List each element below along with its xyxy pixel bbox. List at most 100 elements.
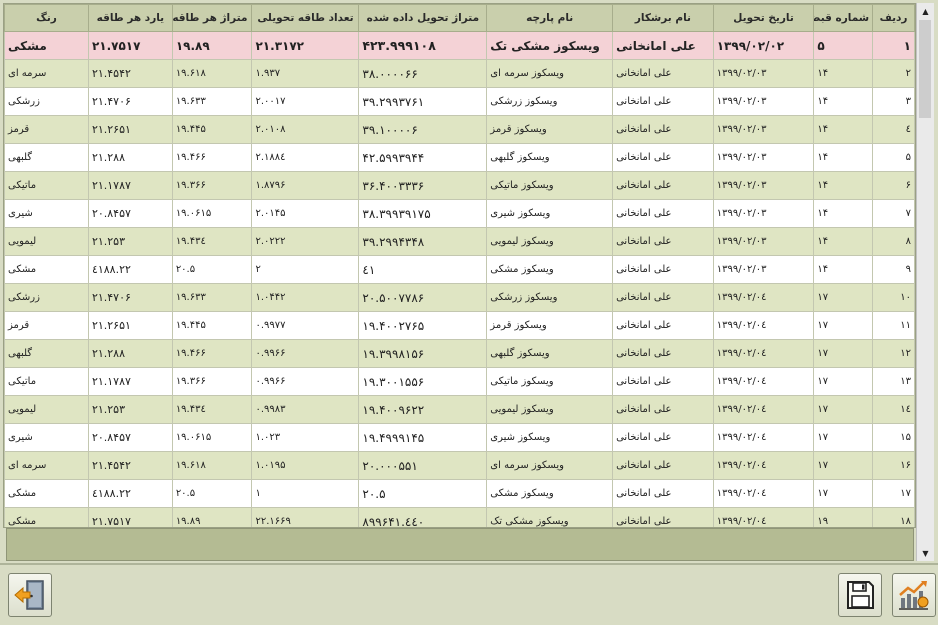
cell-delivered-meters[interactable]: ٤٤٠.۸۹۹۶۴۱ — [358, 507, 488, 527]
header-receipt-number[interactable]: شماره قبض — [813, 4, 874, 32]
cell-cutter-name[interactable]: علی امانخانی — [612, 367, 714, 396]
cell-bolt-count[interactable]: ۲.۰۲۲۲ — [251, 227, 360, 256]
cell-delivery-date[interactable]: ۱۳۹۹/۰۲/۰٤ — [712, 479, 815, 508]
cell-yards-per-bolt[interactable]: ۲۱.۲۵۳ — [87, 395, 173, 424]
cell-cutter-name[interactable]: علی امانخانی — [612, 311, 714, 340]
cell-cutter-name[interactable]: علی امانخانی — [612, 507, 714, 527]
cell-color[interactable]: مشکی — [4, 479, 89, 508]
cell-receipt-number[interactable]: ۱۷ — [813, 423, 874, 452]
cell-delivered-meters[interactable]: ۱۹.۳۹۹۸۱۵۶ — [358, 339, 488, 368]
table-row[interactable]: ۱۸ ۱۹ ۱۳۹۹/۰۲/۰٤ علی امانخانی ویسکوز مشکی تک… — [4, 507, 915, 527]
cell-row-number[interactable]: ۷ — [872, 199, 915, 228]
cell-receipt-number[interactable]: ۱۴ — [813, 143, 874, 172]
cell-bolt-count[interactable]: ۲.۰۰۱۷ — [251, 87, 360, 116]
cell-delivered-meters[interactable]: ۴۲۳.۹۹۹۱۰۸ — [358, 31, 488, 60]
cell-meters-per-bolt[interactable]: ۱۹.۰۶۱۵ — [171, 199, 253, 228]
cell-delivery-date[interactable]: ۱۳۹۹/۰۲/۰۳ — [712, 143, 815, 172]
header-delivered-meters[interactable]: متراژ تحویل داده شده — [358, 4, 488, 32]
cell-row-number[interactable]: ۱۸ — [872, 507, 915, 527]
cell-cutter-name[interactable]: علی امانخانی — [612, 115, 714, 144]
cell-yards-per-bolt[interactable]: ۲۱.۲۶۵۱ — [87, 311, 173, 340]
cell-bolt-count[interactable]: ۲۱.۳۱۷۲ — [251, 31, 360, 60]
scroll-down-button[interactable]: ▼ — [917, 545, 934, 561]
cell-meters-per-bolt[interactable]: ۱۹.۰۶۱۵ — [171, 423, 253, 452]
cell-yards-per-bolt[interactable]: ۲۱.۱۷۸۷ — [87, 171, 173, 200]
table-row[interactable]: ۳ ۱۴ ۱۳۹۹/۰۲/۰۳ علی امانخانی ویسکوز زرشکی ۳۹.… — [4, 87, 915, 116]
cell-cutter-name[interactable]: علی امانخانی — [612, 423, 714, 452]
cell-delivery-date[interactable]: ۱۳۹۹/۰۲/۰۳ — [712, 199, 815, 228]
cell-fabric-name[interactable]: ویسکوز گلبهی — [486, 143, 614, 172]
cell-bolt-count[interactable]: ۲.۰۱۰۸ — [251, 115, 360, 144]
cell-meters-per-bolt[interactable]: ۱۹.۴۴۵ — [171, 311, 253, 340]
cell-receipt-number[interactable]: ۱۴ — [813, 255, 874, 284]
table-row[interactable]: ۱۰ ۱۷ ۱۳۹۹/۰۲/۰٤ علی امانخانی ویسکوز زرشکی ۲۰… — [4, 283, 915, 312]
cell-color[interactable]: سرمه ای — [4, 451, 89, 480]
cell-delivered-meters[interactable]: ۱۹.۳۰۰۱۵۵۶ — [358, 367, 488, 396]
header-yards-per-bolt[interactable]: یارد هر طاقه — [87, 4, 173, 32]
cell-color[interactable]: گلبهی — [4, 143, 89, 172]
cell-bolt-count[interactable]: ۱.۰۴۴۲ — [251, 283, 360, 312]
cell-color[interactable]: زرشکی — [4, 283, 89, 312]
cell-bolt-count[interactable]: ۲ — [251, 255, 360, 284]
cell-cutter-name[interactable]: علی امانخانی — [612, 87, 714, 116]
cell-cutter-name[interactable]: علی امانخانی — [612, 339, 714, 368]
cell-yards-per-bolt[interactable]: ۲۱.۲۸۸ — [87, 143, 173, 172]
cell-delivered-meters[interactable]: ۱۹.۴۰۰۲۷۶۵ — [358, 311, 488, 340]
cell-row-number[interactable]: ۹ — [872, 255, 915, 284]
cell-receipt-number[interactable]: ۱۷ — [813, 339, 874, 368]
cell-fabric-name[interactable]: ویسکوز سرمه ای — [486, 59, 614, 88]
cell-fabric-name[interactable]: ویسکوز شیری — [486, 199, 614, 228]
vertical-scrollbar[interactable]: ▲ ▼ — [916, 3, 934, 561]
cell-fabric-name[interactable]: ویسکوز قرمز — [486, 115, 614, 144]
cell-cutter-name[interactable]: علی امانخانی — [612, 255, 714, 284]
cell-fabric-name[interactable]: ویسکوز لیمویی — [486, 395, 614, 424]
cell-delivery-date[interactable]: ۱۳۹۹/۰۲/۰٤ — [712, 367, 815, 396]
cell-cutter-name[interactable]: علی امانخانی — [612, 31, 714, 60]
cell-delivery-date[interactable]: ۱۳۹۹/۰۲/۰٤ — [712, 451, 815, 480]
cell-color[interactable]: مشکی — [4, 255, 89, 284]
cell-fabric-name[interactable]: ویسکوز لیمویی — [486, 227, 614, 256]
cell-color[interactable]: قرمز — [4, 311, 89, 340]
table-row[interactable]: ۶ ۱۴ ۱۳۹۹/۰۲/۰۳ علی امانخانی ویسکوز ماتیکی ۳۶… — [4, 171, 915, 200]
cell-receipt-number[interactable]: ۱۴ — [813, 59, 874, 88]
cell-cutter-name[interactable]: علی امانخانی — [612, 395, 714, 424]
cell-meters-per-bolt[interactable]: ۱۹.۸۹ — [171, 31, 253, 60]
exit-button[interactable] — [8, 573, 52, 617]
cell-bolt-count[interactable]: ۰.۹۹۸۳ — [251, 395, 360, 424]
cell-delivered-meters[interactable]: ۳۹.۲۹۹۳۷۶۱ — [358, 87, 488, 116]
cell-row-number[interactable]: ۱۶ — [872, 451, 915, 480]
cell-yards-per-bolt[interactable]: ۲۱.۴۵۴۲ — [87, 451, 173, 480]
table-row[interactable]: ۷ ۱۴ ۱۳۹۹/۰۲/۰۳ علی امانخانی ویسکوز شیری ۳۸.۳… — [4, 199, 915, 228]
cell-yards-per-bolt[interactable]: ۲۱.۲۵۳ — [87, 227, 173, 256]
cell-row-number[interactable]: ۸ — [872, 227, 915, 256]
cell-bolt-count[interactable]: ۲.۰۱۴۵ — [251, 199, 360, 228]
cell-bolt-count[interactable]: ۱.۰۱۹۵ — [251, 451, 360, 480]
cell-delivery-date[interactable]: ۱۳۹۹/۰۲/۰٤ — [712, 507, 815, 527]
header-fabric-name[interactable]: نام پارچه — [486, 4, 614, 32]
cell-meters-per-bolt[interactable]: ۱۹.۴۳٤ — [171, 395, 253, 424]
scroll-up-button[interactable]: ▲ — [917, 3, 934, 19]
cell-receipt-number[interactable]: ۱۴ — [813, 171, 874, 200]
cell-fabric-name[interactable]: ویسکوز زرشکی — [486, 87, 614, 116]
table-row[interactable]: ۸ ۱۴ ۱۳۹۹/۰۲/۰۳ علی امانخانی ویسکوز لیمویی ۳۹… — [4, 227, 915, 256]
cell-yards-per-bolt[interactable]: ۲۱.۱۷۸۷ — [87, 367, 173, 396]
cell-fabric-name[interactable]: ویسکوز ماتیکی — [486, 171, 614, 200]
cell-bolt-count[interactable]: ۰.۹۹۶۶ — [251, 367, 360, 396]
cell-meters-per-bolt[interactable]: ۱۹.۴۶۶ — [171, 339, 253, 368]
cell-bolt-count[interactable]: ۱.۹۳۷ — [251, 59, 360, 88]
cell-color[interactable]: زرشکی — [4, 87, 89, 116]
cell-yards-per-bolt[interactable]: ۲۱.۲۶۵۱ — [87, 115, 173, 144]
cell-fabric-name[interactable]: ویسکوز گلبهی — [486, 339, 614, 368]
header-color[interactable]: رنگ — [4, 4, 89, 32]
cell-receipt-number[interactable]: ۱۴ — [813, 227, 874, 256]
table-row[interactable]: ۵ ۱۴ ۱۳۹۹/۰۲/۰۳ علی امانخانی ویسکوز گلبهی ۴۲.… — [4, 143, 915, 172]
cell-bolt-count[interactable]: ۰.۹۹۷۷ — [251, 311, 360, 340]
cell-color[interactable]: ماتیکی — [4, 171, 89, 200]
cell-receipt-number[interactable]: ۱۴ — [813, 87, 874, 116]
cell-yards-per-bolt[interactable]: ۲۱.۴۷۰۶ — [87, 283, 173, 312]
header-meters-per-bolt[interactable]: متراژ هر طاقه — [171, 4, 253, 32]
cell-meters-per-bolt[interactable]: ۱۹.۶۱۸ — [171, 451, 253, 480]
cell-color[interactable]: قرمز — [4, 115, 89, 144]
cell-color[interactable]: شیری — [4, 199, 89, 228]
cell-delivered-meters[interactable]: ٤١ — [358, 255, 488, 284]
